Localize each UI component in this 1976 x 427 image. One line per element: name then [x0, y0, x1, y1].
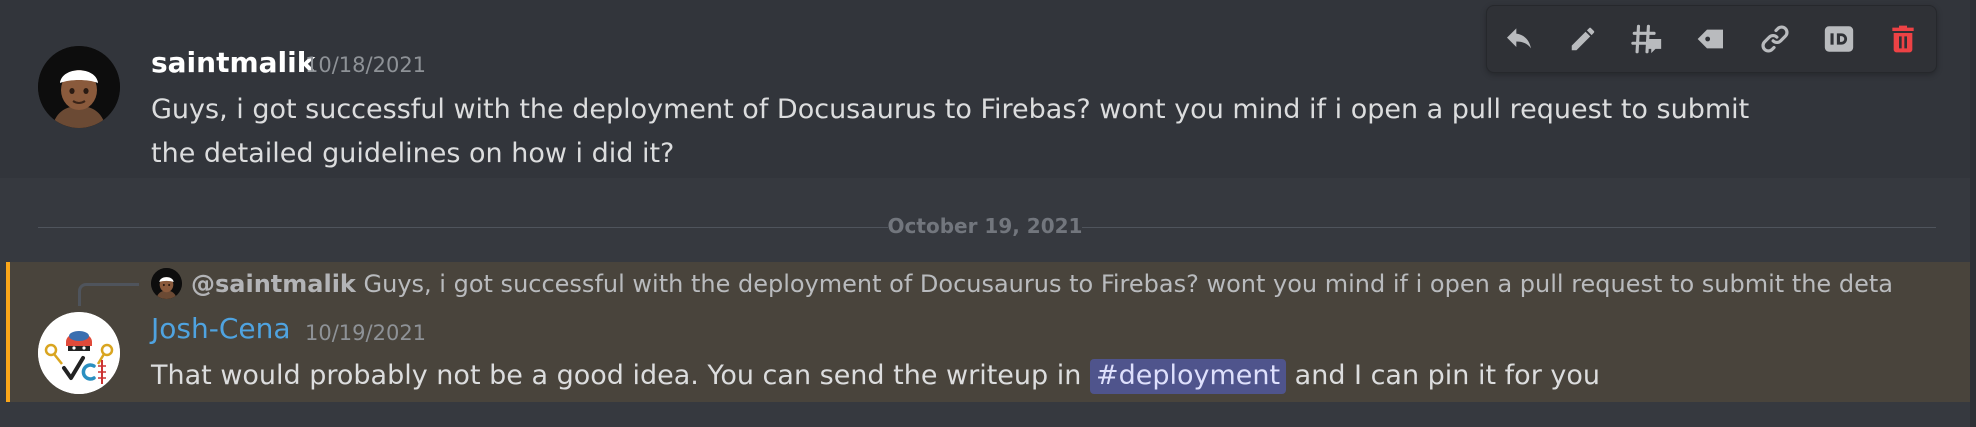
reply-text: Guys, i got successful with the deployme…: [363, 270, 1891, 298]
edit-pencil-icon[interactable]: [1559, 15, 1607, 63]
message-content: Guys, i got successful with the deployme…: [151, 94, 1750, 169]
channel-mention-deployment[interactable]: #deployment: [1089, 359, 1287, 394]
date-divider-line-left: [38, 227, 888, 228]
scrollbar-track[interactable]: [1970, 0, 1976, 427]
create-thread-icon[interactable]: [1623, 15, 1671, 63]
date-divider-label: October 19, 2021: [887, 214, 1083, 238]
reply-avatar[interactable]: [151, 268, 182, 299]
message-author[interactable]: Josh-Cena: [151, 312, 291, 346]
message-text-after: and I can pin it for you: [1286, 360, 1600, 391]
avatar-josh-cena[interactable]: [38, 312, 120, 394]
message-content: That would probably not be a good idea. …: [151, 354, 1931, 398]
reply-spine: [78, 283, 139, 306]
copy-id-icon[interactable]: [1815, 15, 1863, 63]
avatar-saintmalik[interactable]: [38, 46, 120, 128]
message-text-before: That would probably not be a good idea. …: [151, 360, 1090, 391]
delete-trash-icon[interactable]: [1879, 15, 1927, 63]
message-actions-toolbar: [1486, 5, 1937, 73]
message-timestamp: 10/18/2021: [305, 53, 427, 77]
message-timestamp: 10/19/2021: [305, 321, 427, 345]
reply-icon[interactable]: [1495, 15, 1543, 63]
date-divider-line-right: [1082, 227, 1936, 228]
tag-icon[interactable]: [1687, 15, 1735, 63]
chat-messages: saintmalik 10/18/2021 Guys, i got succes…: [0, 0, 1976, 427]
mention-highlight-bar: [6, 262, 10, 402]
message-author[interactable]: saintmalik: [151, 46, 315, 80]
copy-link-icon[interactable]: [1751, 15, 1799, 63]
reply-username[interactable]: @saintmalik: [191, 270, 356, 298]
reply-preview[interactable]: @saintmalik Guys, i got successful with …: [191, 268, 1891, 300]
